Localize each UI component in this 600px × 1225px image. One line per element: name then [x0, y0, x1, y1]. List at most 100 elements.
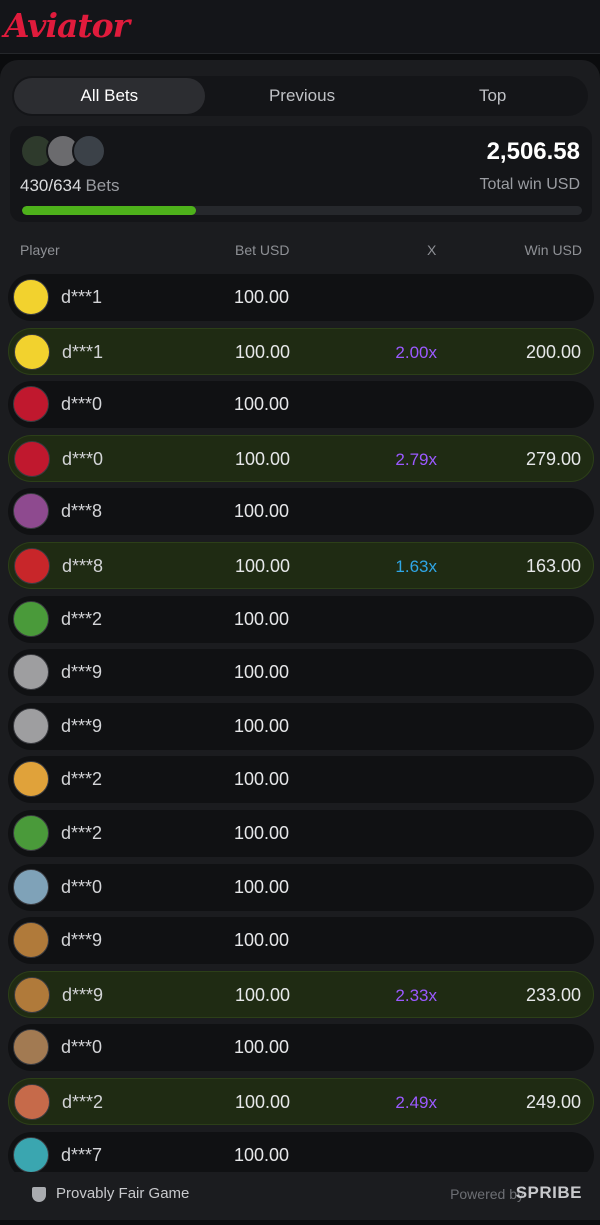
avatar [13, 707, 49, 744]
avatar [13, 868, 49, 905]
table-row: d***8 100.00 1.63x 163.00 [8, 541, 594, 589]
bets-progress-bar [22, 206, 582, 215]
total-win-label: Total win USD [479, 176, 580, 193]
player-name: d***9 [61, 662, 103, 683]
header-player: Player [20, 242, 60, 258]
multiplier: 2.00x [395, 342, 437, 362]
table-row: d***0 100.00 [8, 1024, 594, 1072]
avatar [13, 1029, 49, 1066]
tab-all-bets[interactable]: All Bets [14, 78, 205, 114]
bet-amount: 100.00 [234, 769, 290, 790]
avatar [13, 654, 49, 691]
bet-amount: 100.00 [234, 1037, 290, 1058]
bets-count-value: 430/634 [20, 176, 82, 195]
multiplier: 2.79x [395, 449, 437, 469]
avatar [14, 547, 50, 584]
table-row: d***9 100.00 [8, 649, 594, 697]
table-row: d***0 100.00 [8, 863, 594, 911]
bet-amount: 100.00 [234, 715, 290, 736]
column-headers: Player Bet USD X Win USD [0, 238, 600, 262]
bets-summary: 430/634 Bets 2,506.58 Total win USD [10, 126, 592, 222]
tab-previous[interactable]: Previous [207, 76, 398, 116]
player-name: d***2 [61, 822, 103, 843]
table-row: d***1 100.00 2.00x 200.00 [8, 327, 594, 375]
table-row: d***2 100.00 2.49x 249.00 [8, 1077, 594, 1125]
avatar [72, 134, 106, 168]
avatar [14, 333, 50, 370]
bet-amount: 100.00 [234, 608, 290, 629]
table-row: d***1 100.00 [8, 274, 594, 321]
avatar [14, 440, 50, 477]
win-amount: 200.00 [525, 341, 581, 362]
player-name: d***1 [62, 341, 104, 362]
total-win-value: 2,506.58 [486, 138, 580, 165]
footer: Provably Fair Game Powered by SPRIBE [0, 1172, 600, 1216]
bet-amount: 100.00 [234, 930, 290, 951]
bets-panel: All Bets Previous Top 430/634 Bets 2,506.… [0, 60, 600, 1220]
bets-progress-fill [22, 206, 196, 215]
avatar [13, 1136, 49, 1173]
table-row: d***2 100.00 [8, 809, 594, 857]
bet-amount: 100.00 [235, 341, 291, 362]
avatar [13, 814, 49, 851]
header-multiplier: X [427, 242, 437, 258]
player-name: d***2 [61, 608, 103, 629]
header-win: Win USD [524, 242, 582, 258]
avatar [13, 279, 49, 315]
bet-amount: 100.00 [234, 287, 290, 307]
bet-amount: 100.00 [234, 394, 290, 415]
bets-list: d***1 100.00 d***1 100.00 2.00x 200.00 d***0 10… [8, 274, 594, 1185]
avatar [13, 493, 49, 530]
table-row: d***9 100.00 2.33x 233.00 [8, 970, 594, 1018]
spribe-logo: SPRIBE [515, 1183, 582, 1202]
win-amount: 279.00 [525, 448, 581, 469]
player-name: d***8 [62, 555, 104, 576]
table-row: d***0 100.00 [8, 381, 594, 429]
player-name: d***0 [61, 876, 103, 897]
player-name: d***9 [61, 715, 103, 736]
win-amount: 163.00 [525, 555, 581, 576]
bets-count: 430/634 Bets [20, 176, 119, 196]
multiplier: 2.33x [395, 985, 437, 1005]
player-name: d***7 [61, 1144, 103, 1165]
bet-amount: 100.00 [234, 501, 290, 522]
provably-fair-link[interactable]: Provably Fair Game [56, 1185, 189, 1202]
avatar [13, 761, 49, 798]
avatar [13, 922, 49, 959]
avatar [14, 1083, 50, 1120]
bet-amount: 100.00 [235, 1091, 291, 1112]
player-name: d***1 [61, 287, 103, 307]
bet-amount: 100.00 [234, 1144, 290, 1165]
player-name: d***9 [61, 930, 103, 951]
multiplier: 2.49x [395, 1092, 437, 1112]
bets-tabs: All Bets Previous Top [12, 76, 588, 116]
table-row: d***0 100.00 2.79x 279.00 [8, 434, 594, 482]
aviator-logo[interactable]: Aviator [4, 6, 130, 45]
bet-amount: 100.00 [235, 448, 291, 469]
avatar [14, 976, 50, 1013]
bet-amount: 100.00 [235, 984, 291, 1005]
tab-top[interactable]: Top [397, 76, 588, 116]
player-name: d***2 [61, 769, 103, 790]
player-name: d***9 [62, 984, 104, 1005]
top-player-avatars [20, 134, 110, 168]
bet-amount: 100.00 [234, 822, 290, 843]
bets-count-label: Bets [85, 176, 120, 195]
table-row: d***2 100.00 [8, 756, 594, 804]
shield-icon [32, 1187, 46, 1202]
avatar [13, 600, 49, 637]
bet-amount: 100.00 [234, 876, 290, 897]
powered-by-label: Powered by [450, 1186, 524, 1202]
avatar [13, 386, 49, 423]
multiplier: 1.63x [395, 556, 437, 576]
player-name: d***0 [62, 448, 104, 469]
bet-amount: 100.00 [234, 662, 290, 683]
player-name: d***8 [61, 501, 103, 522]
top-bar: Aviator [0, 0, 600, 54]
bet-amount: 100.00 [235, 555, 291, 576]
win-amount: 249.00 [525, 1091, 581, 1112]
player-name: d***0 [61, 394, 103, 415]
table-row: d***8 100.00 [8, 488, 594, 536]
win-amount: 233.00 [525, 984, 581, 1005]
player-name: d***2 [62, 1091, 104, 1112]
